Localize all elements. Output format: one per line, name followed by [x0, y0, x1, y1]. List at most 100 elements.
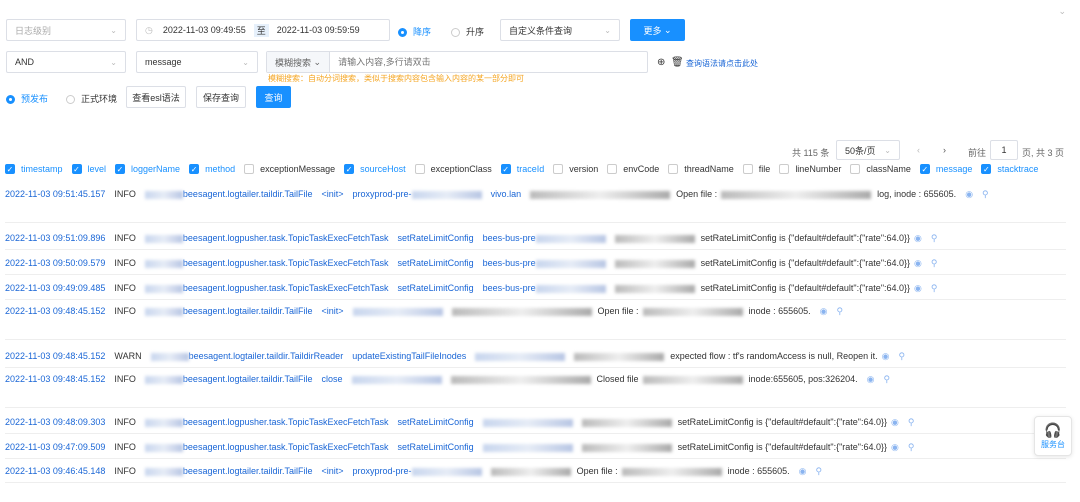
checkbox[interactable] — [779, 164, 790, 174]
checkbox[interactable] — [668, 164, 679, 174]
column-toggle-className[interactable]: className — [850, 164, 911, 174]
method: <init> — [321, 466, 344, 476]
column-toggle-sourceHost[interactable]: ✓ sourceHost — [344, 164, 406, 174]
checkbox[interactable]: ✓ — [115, 164, 126, 174]
eye-icon[interactable]: ◉ — [914, 258, 922, 268]
next-page-button[interactable]: › — [943, 145, 946, 155]
column-toggle-traceId[interactable]: ✓ traceId — [500, 164, 544, 174]
log-row[interactable]: 2022-11-03 09:49:09.485 INFO beesagent.log… — [5, 277, 1066, 300]
log-row[interactable]: 2022-11-03 09:48:45.152 INFO beesagent.log… — [5, 300, 1066, 340]
eye-icon[interactable]: ◉ — [867, 374, 875, 384]
log-row[interactable]: 2022-11-03 09:50:09.579 INFO beesagent.log… — [5, 252, 1066, 275]
column-toggle-exceptionMessage[interactable]: exceptionMessage — [244, 164, 335, 174]
log-row[interactable]: 2022-11-03 09:48:45.152 WARN beesagent.log… — [5, 345, 1066, 368]
column-toggle-timestamp[interactable]: ✓ timestamp — [5, 164, 63, 174]
more-button[interactable]: 更多 ⌄ — [630, 19, 685, 41]
logic-select[interactable]: AND ⌄ — [6, 51, 126, 73]
column-toggle-stacktrace[interactable]: ✓ stacktrace — [981, 164, 1038, 174]
timestamp: 2022-11-03 09:48:09.303 — [5, 417, 106, 427]
column-toggles: ✓ timestamp ✓ level ✓ loggerName ✓ method except… — [5, 164, 1047, 174]
save-query-button[interactable]: 保存查询 — [196, 86, 246, 108]
column-toggle-threadName[interactable]: threadName — [668, 164, 734, 174]
trash-icon[interactable]: 🗑 — [671, 57, 684, 68]
checkbox[interactable] — [553, 164, 564, 174]
timestamp: 2022-11-03 09:50:09.579 — [5, 258, 106, 268]
checkbox[interactable]: ✓ — [189, 164, 200, 174]
field-select[interactable]: message ⌄ — [136, 51, 258, 73]
location-pin-icon[interactable]: ⚲ — [908, 442, 915, 452]
search-mode-select[interactable]: 模糊搜索 ⌄ — [267, 52, 331, 72]
checkbox[interactable]: ✓ — [344, 164, 355, 174]
column-toggle-version[interactable]: version — [553, 164, 598, 174]
page-size-select[interactable]: 50条/页 ⌄ — [836, 140, 900, 160]
level: INFO — [114, 258, 136, 268]
eye-icon[interactable]: ◉ — [799, 466, 807, 476]
checkbox[interactable]: ✓ — [919, 164, 930, 174]
checkbox[interactable] — [244, 164, 255, 174]
eye-icon[interactable]: ◉ — [891, 442, 899, 452]
log-row[interactable]: 2022-11-03 09:51:09.896 INFO beesagent.log… — [5, 227, 1066, 250]
location-pin-icon[interactable]: ⚲ — [836, 306, 843, 316]
checkbox[interactable] — [742, 164, 753, 174]
column-toggle-envCode[interactable]: envCode — [607, 164, 659, 174]
column-toggle-exceptionClass[interactable]: exceptionClass — [414, 164, 492, 174]
prev-page-button[interactable]: ‹ — [917, 145, 920, 155]
view-esl-button[interactable]: 查看esl语法 — [126, 86, 186, 108]
collapse-chevron[interactable]: ⌄ — [1058, 6, 1066, 17]
eye-icon[interactable]: ◉ — [891, 417, 899, 427]
checkbox[interactable]: ✓ — [981, 164, 992, 174]
source-host: proxyprod-pre- — [352, 189, 412, 199]
eye-icon[interactable]: ◉ — [914, 283, 922, 293]
eye-icon[interactable]: ◉ — [820, 306, 828, 316]
logger-name: beesagent.logpusher.task.TopicTaskExecFe… — [182, 283, 389, 293]
help-desk-button[interactable]: 🎧 服务台 — [1034, 416, 1072, 456]
location-pin-icon[interactable]: ⚲ — [931, 233, 938, 243]
radio-prod[interactable]: 正式环境 — [66, 92, 117, 105]
checkbox[interactable] — [414, 164, 425, 174]
log-row[interactable]: 2022-11-03 09:48:45.152 INFO beesagent.log… — [5, 368, 1066, 408]
radio-pre[interactable]: 预发布 — [6, 92, 48, 105]
checkbox[interactable] — [607, 164, 618, 174]
checkbox[interactable] — [850, 164, 861, 174]
time-end[interactable]: 2022-11-03 09:59:59 — [277, 25, 360, 35]
location-pin-icon[interactable]: ⚲ — [816, 466, 823, 476]
column-toggle-level[interactable]: ✓ level — [71, 164, 106, 174]
log-level-select[interactable]: 日志级别 ⌄ — [6, 19, 126, 41]
location-pin-icon[interactable]: ⚲ — [908, 417, 915, 427]
column-toggle-loggerName[interactable]: ✓ loggerName — [115, 164, 180, 174]
location-pin-icon[interactable]: ⚲ — [884, 374, 891, 384]
location-pin-icon[interactable]: ⚲ — [931, 283, 938, 293]
eye-icon[interactable]: ◉ — [882, 351, 890, 361]
search-button[interactable]: 查询 — [256, 86, 291, 108]
radio-asc[interactable]: 升序 — [451, 25, 484, 38]
add-condition-icon[interactable]: ⊕ — [657, 57, 665, 68]
log-row[interactable]: 2022-11-03 09:51:45.157 INFO beesagent.log… — [5, 183, 1066, 223]
custom-query-select[interactable]: 自定义条件查询 ⌄ — [500, 19, 620, 41]
eye-icon[interactable]: ◉ — [914, 233, 922, 243]
column-toggle-method[interactable]: ✓ method — [189, 164, 235, 174]
log-row[interactable]: 2022-11-03 09:47:09.509 INFO beesagent.log… — [5, 436, 1066, 459]
log-row[interactable]: 2022-11-03 09:48:09.303 INFO beesagent.log… — [5, 411, 1066, 434]
checkbox[interactable]: ✓ — [71, 164, 82, 174]
syntax-help-link[interactable]: 查询语法请点击此处 — [686, 58, 758, 69]
level: WARN — [114, 351, 142, 361]
time-range-picker[interactable]: ◷ 2022-11-03 09:49:55 至 2022-11-03 09:59:59 — [136, 19, 390, 41]
column-toggle-message[interactable]: ✓ message — [919, 164, 972, 174]
checkbox[interactable]: ✓ — [500, 164, 511, 174]
time-start[interactable]: 2022-11-03 09:49:55 — [163, 25, 246, 35]
eye-icon[interactable]: ◉ — [965, 189, 973, 199]
page-count: 页, 共 3 页 — [1022, 148, 1065, 158]
location-pin-icon[interactable]: ⚲ — [931, 258, 938, 268]
column-label: timestamp — [21, 164, 63, 174]
checkbox[interactable]: ✓ — [5, 164, 15, 174]
location-pin-icon[interactable]: ⚲ — [898, 351, 905, 361]
column-toggle-file[interactable]: file — [742, 164, 770, 174]
log-row[interactable]: 2022-11-03 09:46:45.148 INFO beesagent.log… — [5, 460, 1066, 483]
method: close — [321, 374, 343, 384]
page-input[interactable]: 1 — [990, 140, 1018, 160]
radio-desc[interactable]: 降序 — [398, 25, 431, 38]
search-input[interactable] — [330, 57, 647, 67]
location-pin-icon[interactable]: ⚲ — [982, 189, 989, 199]
column-toggle-lineNumber[interactable]: lineNumber — [779, 164, 841, 174]
source-host-suffix: vivo.lan — [490, 189, 522, 199]
